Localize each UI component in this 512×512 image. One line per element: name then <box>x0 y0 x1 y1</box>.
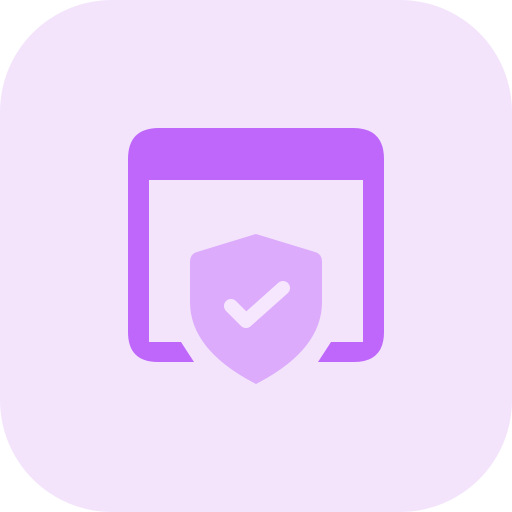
app-icon-tile <box>0 0 512 512</box>
browser-security-icon <box>0 0 512 512</box>
